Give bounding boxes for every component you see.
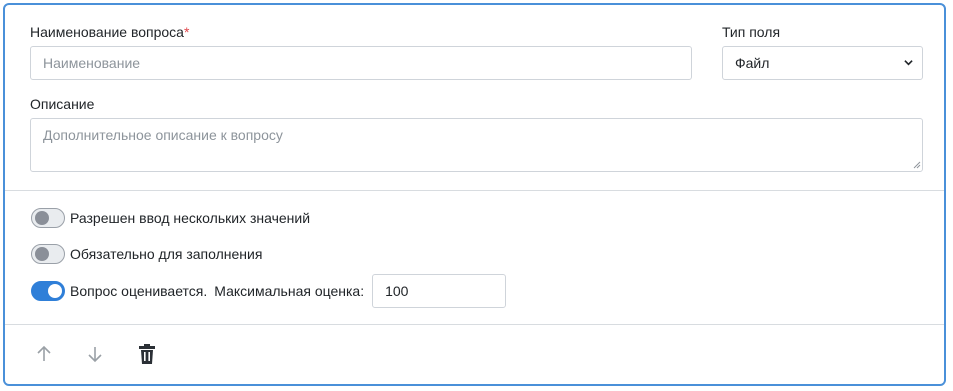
move-up-button[interactable] (34, 343, 54, 365)
scored-toggle[interactable] (31, 281, 65, 301)
question-name-input[interactable] (30, 46, 692, 80)
toggle-knob (35, 247, 49, 261)
description-textarea[interactable] (30, 118, 923, 172)
question-name-label-text: Наименование вопроса (30, 24, 184, 40)
move-down-button[interactable] (85, 343, 105, 365)
max-score-value: 100 (385, 283, 409, 299)
multiple-values-label: Разрешен ввод нескольких значений (70, 210, 311, 226)
field-type-value: Файл (735, 55, 770, 71)
field-type-select[interactable]: Файл (722, 46, 923, 80)
field-type-label: Тип поля (722, 24, 781, 40)
divider-bottom (5, 324, 944, 325)
description-label: Описание (30, 96, 95, 112)
multiple-values-toggle[interactable] (31, 208, 65, 228)
max-score-label: Максимальная оценка: (214, 283, 365, 299)
required-toggle[interactable] (31, 244, 65, 264)
delete-button[interactable] (137, 343, 157, 365)
question-card: Наименование вопроса* Тип поля Файл Опис… (3, 3, 946, 386)
scored-toggle-row: Вопрос оценивается. Максимальная оценка:… (31, 274, 507, 308)
toggle-knob (48, 284, 62, 298)
arrow-up-icon (37, 345, 51, 361)
trash-icon (139, 344, 155, 364)
question-name-label: Наименование вопроса* (30, 24, 189, 40)
chevron-down-icon (904, 60, 913, 66)
arrow-down-icon (88, 347, 102, 363)
score-wrap: Вопрос оценивается. Максимальная оценка:… (70, 274, 507, 308)
required-label: Обязательно для заполнения (70, 246, 263, 262)
scored-label: Вопрос оценивается. (70, 283, 208, 299)
multiple-values-toggle-row: Разрешен ввод нескольких значений (31, 208, 310, 228)
divider-top (5, 190, 944, 191)
toggle-knob (35, 211, 49, 225)
resize-handle-icon[interactable] (913, 161, 921, 169)
required-mark: * (183, 24, 190, 40)
required-toggle-row: Обязательно для заполнения (31, 244, 262, 264)
max-score-input[interactable]: 100 (372, 274, 507, 308)
